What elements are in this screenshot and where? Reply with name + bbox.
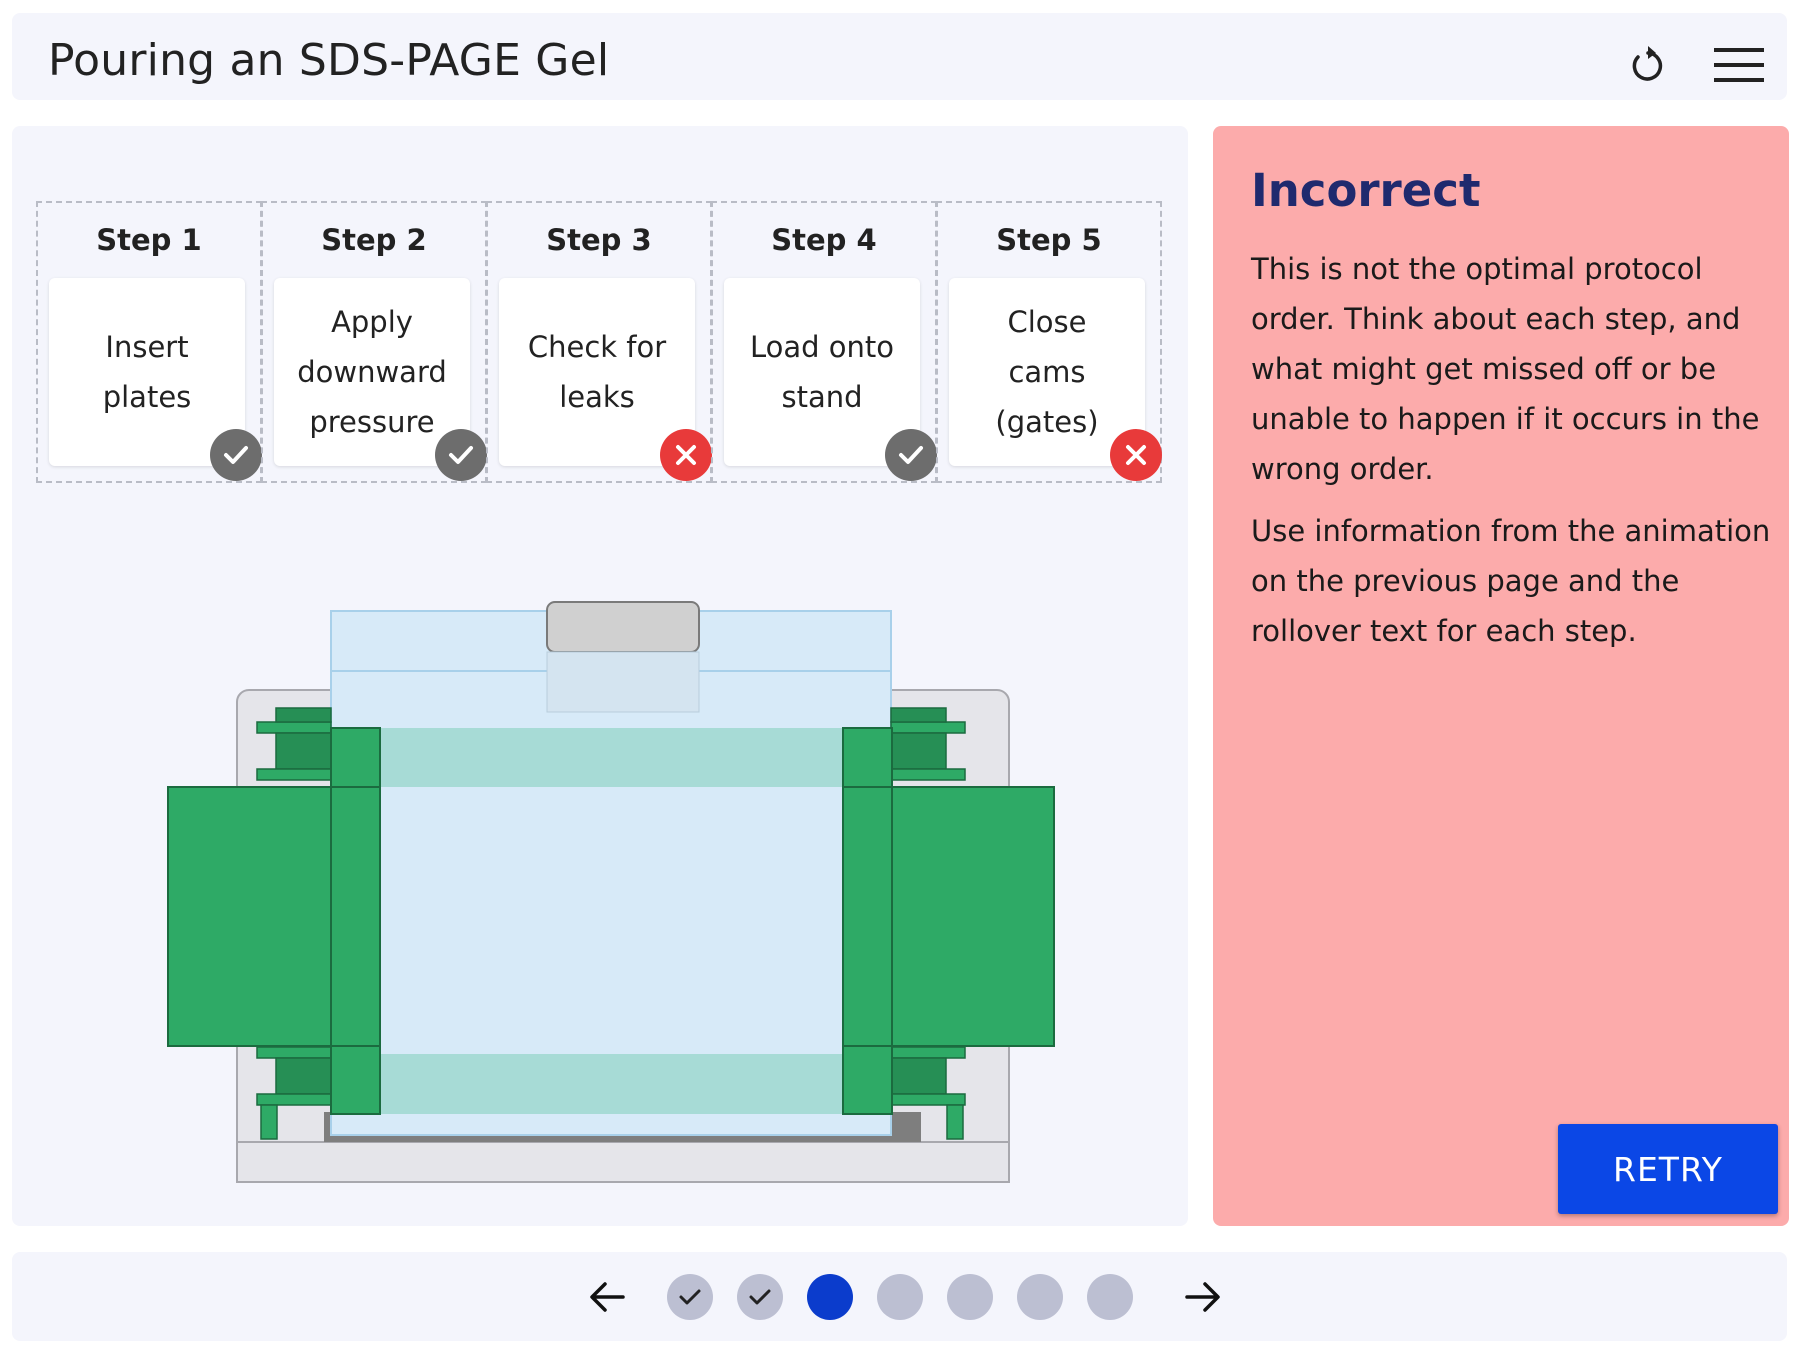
gel-bottom-band xyxy=(381,1054,844,1114)
check-icon xyxy=(679,1289,701,1305)
step-slots: Step 1 Insert plates Step 2 Apply downwa… xyxy=(36,201,1162,483)
feedback-paragraph-1: This is not the optimal protocol order. … xyxy=(1251,252,1760,486)
step-slot-5[interactable]: Step 5 Close cams (gates) xyxy=(936,201,1162,483)
page-dot-4[interactable] xyxy=(877,1274,923,1320)
feedback-message: This is not the optimal protocol order. … xyxy=(1251,244,1771,668)
left-cam-clamp xyxy=(167,786,332,1047)
pagination-bar xyxy=(12,1252,1787,1341)
step-slot-4[interactable]: Step 4 Load onto stand xyxy=(711,201,937,483)
step-label: Load onto stand xyxy=(749,330,895,414)
feedback-panel: Incorrect This is not the optimal protoc… xyxy=(1213,126,1789,1226)
page-title: Pouring an SDS-PAGE Gel xyxy=(48,35,610,86)
page-dot-3-current[interactable] xyxy=(807,1274,853,1320)
comb-top xyxy=(546,601,700,653)
refresh-icon[interactable] xyxy=(1625,43,1671,89)
activity-stage: Step 1 Insert plates Step 2 Apply downwa… xyxy=(12,126,1188,1226)
step-label: Close cams (gates) xyxy=(995,305,1099,439)
gel-casting-apparatus-illustration xyxy=(167,601,1055,1183)
correct-check-icon xyxy=(435,429,487,481)
arrow-left-icon[interactable] xyxy=(585,1274,631,1320)
step-heading: Step 1 xyxy=(96,223,202,257)
page-dot-1[interactable] xyxy=(667,1274,713,1320)
step-heading: Step 3 xyxy=(546,223,652,257)
right-cam-clamp xyxy=(890,786,1055,1047)
page-dot-5[interactable] xyxy=(947,1274,993,1320)
retry-button[interactable]: RETRY xyxy=(1558,1124,1778,1214)
left-spacer xyxy=(330,727,381,1115)
step-heading: Step 4 xyxy=(771,223,877,257)
step-slot-2[interactable]: Step 2 Apply downward pressure xyxy=(261,201,487,483)
step-heading: Step 5 xyxy=(996,223,1102,257)
step-heading: Step 2 xyxy=(321,223,427,257)
incorrect-cross-icon xyxy=(1110,429,1162,481)
hamburger-menu-icon[interactable] xyxy=(1712,43,1766,89)
incorrect-cross-icon xyxy=(660,429,712,481)
step-label: Apply downward pressure xyxy=(297,305,447,439)
correct-check-icon xyxy=(210,429,262,481)
step-label: Insert plates xyxy=(102,330,192,414)
correct-check-icon xyxy=(885,429,937,481)
casting-stand-base xyxy=(236,1141,1010,1183)
header-bar: Pouring an SDS-PAGE Gel xyxy=(12,13,1787,100)
check-icon xyxy=(749,1289,771,1305)
step-slot-3[interactable]: Step 3 Check for leaks xyxy=(486,201,712,483)
right-spacer xyxy=(842,727,893,1115)
arrow-right-icon[interactable] xyxy=(1179,1274,1225,1320)
page-dot-7[interactable] xyxy=(1087,1274,1133,1320)
feedback-paragraph-2: Use information from the animation on th… xyxy=(1251,514,1771,648)
step-label: Check for leaks xyxy=(527,330,667,414)
page-dot-6[interactable] xyxy=(1017,1274,1063,1320)
comb-teeth xyxy=(546,651,700,713)
gel-top-band xyxy=(381,728,844,787)
feedback-title: Incorrect xyxy=(1251,164,1481,217)
page-dot-2[interactable] xyxy=(737,1274,783,1320)
step-slot-1[interactable]: Step 1 Insert plates xyxy=(36,201,262,483)
